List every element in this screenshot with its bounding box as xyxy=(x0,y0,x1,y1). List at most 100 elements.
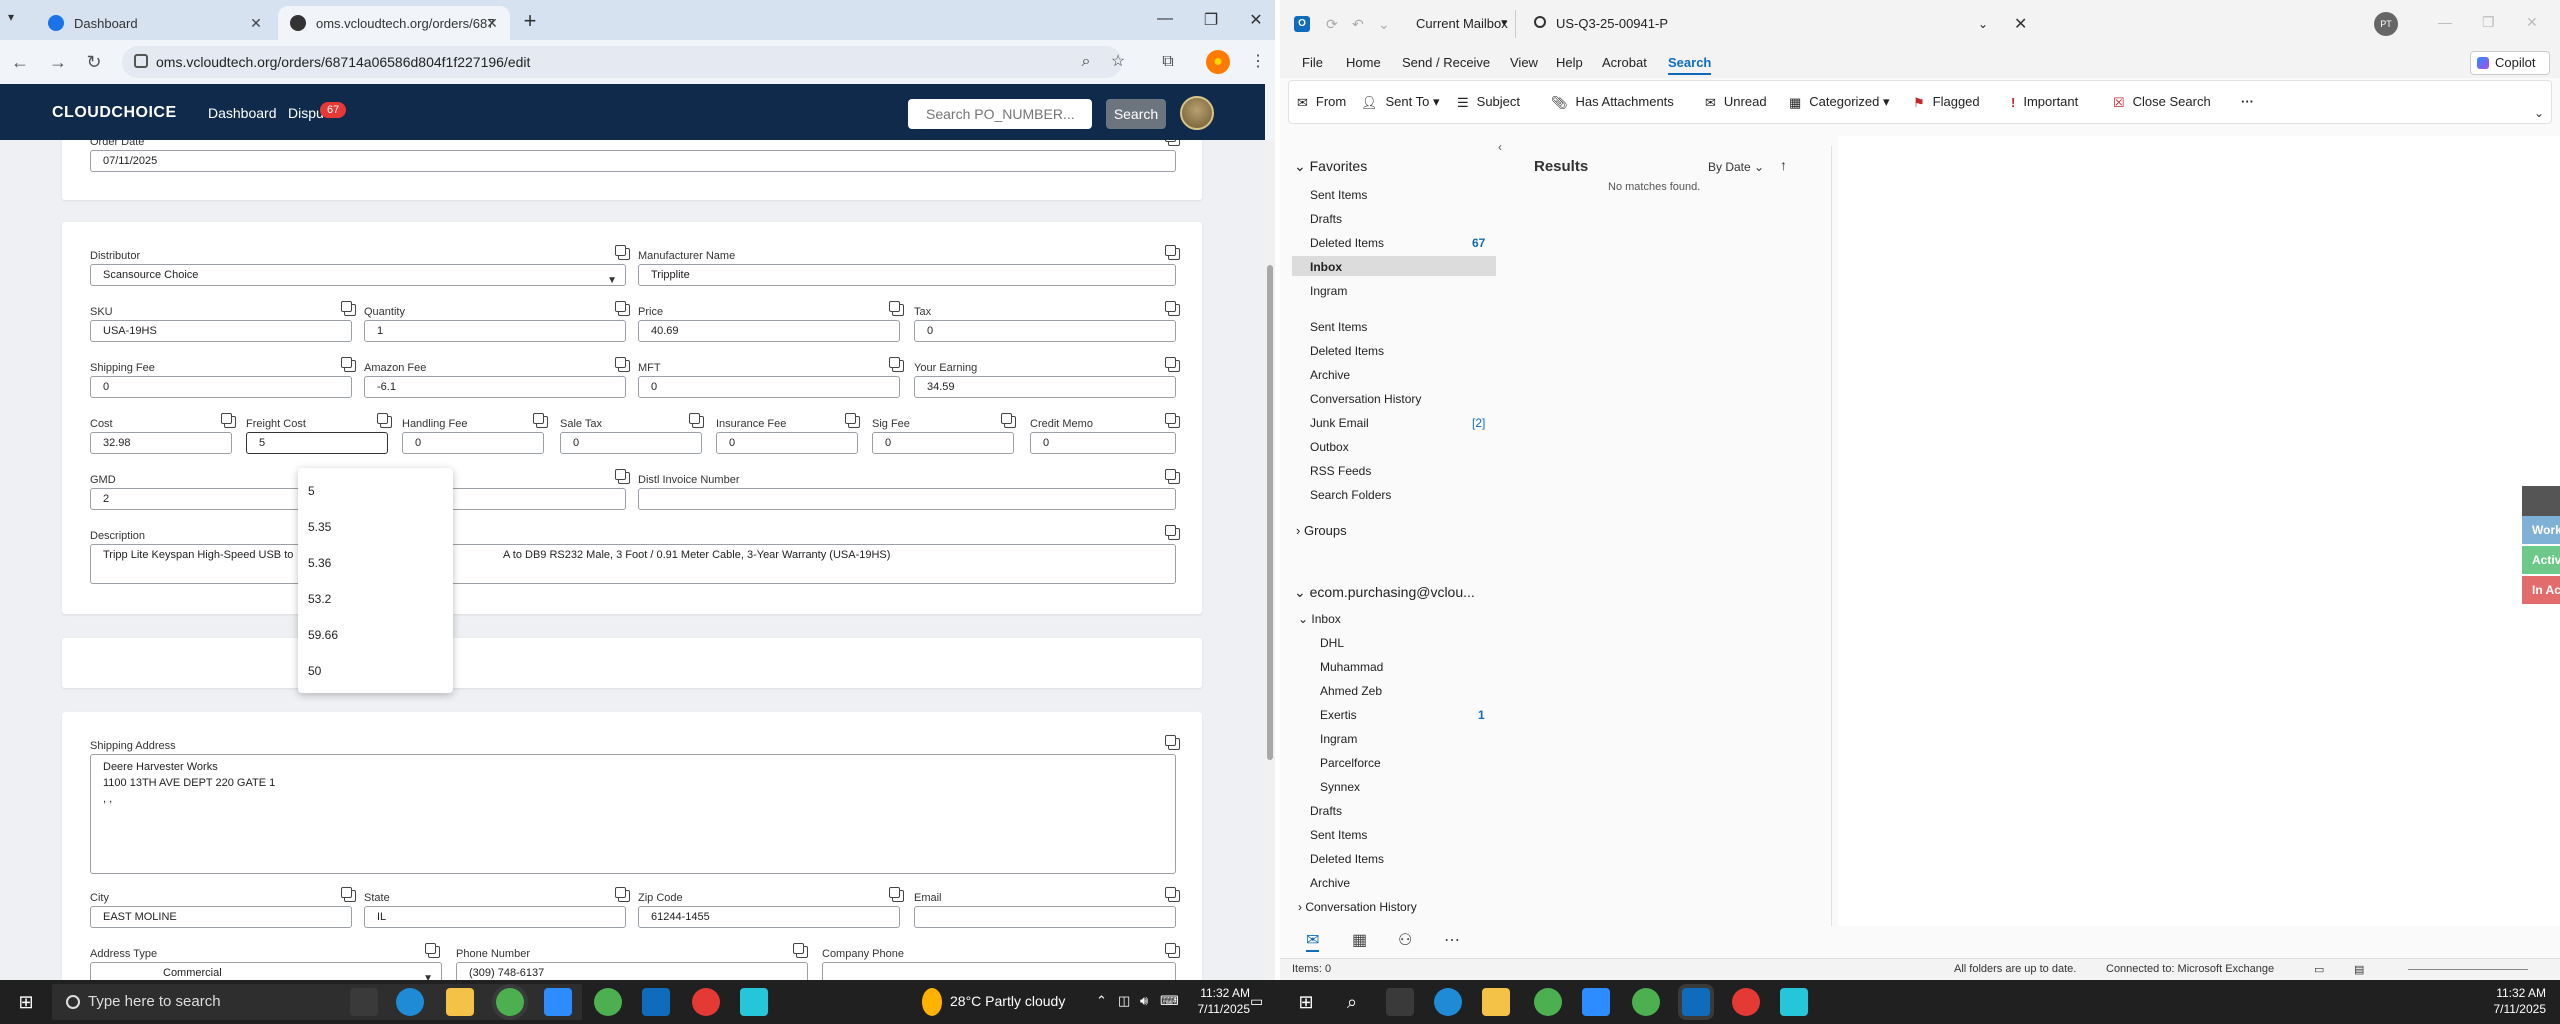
copy-icon[interactable] xyxy=(425,943,440,958)
copy-icon[interactable] xyxy=(615,245,630,260)
menu-view[interactable]: View xyxy=(1510,55,1538,70)
subfolder-muhammad[interactable]: Muhammad xyxy=(1320,660,1383,674)
sku-field[interactable]: USA-19HS xyxy=(90,320,352,342)
start-windows-icon[interactable]: ⊞ xyxy=(12,988,40,1016)
state-field[interactable]: IL xyxy=(364,906,626,928)
zoom-slider[interactable] xyxy=(2408,969,2528,970)
clock-time[interactable]: 11:32 AM xyxy=(2460,986,2546,1000)
copy-icon[interactable] xyxy=(889,887,904,902)
folder-drafts[interactable]: Drafts xyxy=(1310,212,1342,226)
amazon-fee-field[interactable]: -6.1 xyxy=(364,376,626,398)
account-header[interactable]: ⌄ ecom.purchasing@vclou... xyxy=(1294,584,1475,601)
categorized-button[interactable]: ▦ Categorized ▾ xyxy=(1789,94,1890,111)
folder-rss-feeds[interactable]: RSS Feeds xyxy=(1310,464,1371,478)
user-avatar[interactable] xyxy=(1180,96,1214,130)
close-window-icon[interactable]: ✕ xyxy=(2526,14,2538,31)
suggestion-item[interactable]: 53.2 xyxy=(308,592,331,606)
shipping-fee-field[interactable]: 0 xyxy=(90,376,352,398)
copy-icon[interactable] xyxy=(845,413,860,428)
sales-tax-field[interactable]: 0 xyxy=(560,432,702,454)
subject-button[interactable]: ☰ Subject xyxy=(1457,94,1520,111)
sort-direction-arrow-icon[interactable]: ↑ xyxy=(1780,157,1787,173)
sig-fee-field[interactable]: 0 xyxy=(872,432,1014,454)
tab-dashboard[interactable]: Dashboard ✕ xyxy=(36,6,274,40)
distributor-select[interactable]: Scansource Choice ▼ xyxy=(90,264,626,286)
tab-search-chevron-icon[interactable]: ▾ xyxy=(8,10,14,24)
address-bar[interactable]: oms.vcloudtech.org/orders/68714a06586d80… xyxy=(122,46,1122,78)
clock-date[interactable]: 7/11/2025 xyxy=(2460,1002,2547,1016)
menu-kebab-icon[interactable]: ⋮ xyxy=(1246,50,1270,74)
edge-icon[interactable] xyxy=(396,988,424,1016)
weather-text[interactable]: 28°C Partly cloudy xyxy=(950,993,1065,1009)
suggestion-item[interactable]: 59.66 xyxy=(308,628,338,642)
new-tab-plus-icon[interactable]: + xyxy=(518,8,542,34)
suggestion-item[interactable]: 50 xyxy=(308,664,321,678)
po-search-button[interactable]: Search xyxy=(1106,99,1166,129)
copy-icon[interactable] xyxy=(1165,469,1180,484)
has-attachments-button[interactable]: 📎︎ Has Attachments xyxy=(1551,94,1674,111)
copy-icon[interactable] xyxy=(1165,301,1180,316)
volume-icon[interactable]: 🔊︎ xyxy=(1140,993,1148,1009)
copy-icon[interactable] xyxy=(1165,413,1180,428)
search-scope-dropdown[interactable]: Current Mailbox ▼ xyxy=(1406,10,1516,38)
mail-icon[interactable]: ✉ xyxy=(1306,930,1320,952)
start-windows-icon[interactable]: ⊞ xyxy=(1292,988,1320,1016)
bookmark-star-icon[interactable]: ☆ xyxy=(1106,50,1130,74)
copy-icon[interactable] xyxy=(793,943,808,958)
favorites-header[interactable]: ⌄ Favorites xyxy=(1294,158,1367,175)
sort-by-dropdown[interactable]: By Date ⌄ xyxy=(1708,160,1764,174)
copy-icon[interactable] xyxy=(1165,245,1180,260)
outlook-icon[interactable] xyxy=(642,988,670,1016)
site-info-icon[interactable] xyxy=(134,54,148,68)
chrome-icon[interactable] xyxy=(1732,988,1760,1016)
chrome-icon[interactable] xyxy=(692,988,720,1016)
phone-field[interactable]: (309) 748-6137 xyxy=(456,962,808,980)
nav-disputes-link[interactable]: Dispu xyxy=(288,105,324,121)
zoom-icon[interactable]: ⌕ xyxy=(1074,50,1098,74)
copy-icon[interactable] xyxy=(341,887,356,902)
folder-sent-items[interactable]: Sent Items xyxy=(1310,320,1367,334)
copy-icon[interactable] xyxy=(615,469,630,484)
calendar-icon[interactable]: ▦ xyxy=(1352,930,1367,950)
from-button[interactable]: ✉ From xyxy=(1297,94,1346,111)
folder-pane-collapse-icon[interactable]: ‹ xyxy=(1498,140,1502,154)
mft-field[interactable]: 0 xyxy=(638,376,900,398)
freight-cost-field[interactable]: 5 xyxy=(246,432,388,454)
sent-to-button[interactable]: 👤︎ Sent To ▾ xyxy=(1361,94,1440,111)
app-icon[interactable] xyxy=(740,988,768,1016)
account-avatar[interactable]: PT xyxy=(2374,12,2398,36)
copy-icon[interactable] xyxy=(1165,525,1180,540)
folder-search-folders[interactable]: Search Folders xyxy=(1310,488,1391,502)
tab-close-icon[interactable]: ✕ xyxy=(248,15,264,32)
credit-memo-field[interactable]: 0 xyxy=(1030,432,1176,454)
price-field[interactable]: 40.69 xyxy=(638,320,900,342)
folder-archive[interactable]: Archive xyxy=(1310,368,1350,382)
more-options-button[interactable]: ··· xyxy=(2241,94,2254,109)
copy-icon[interactable] xyxy=(1165,887,1180,902)
subfolder-exertis[interactable]: Exertis xyxy=(1320,708,1357,722)
refresh-icon[interactable]: ⟳ xyxy=(1326,16,1338,33)
copy-icon[interactable] xyxy=(615,357,630,372)
task-view-icon[interactable] xyxy=(350,988,378,1016)
copilot-button[interactable]: Copilot xyxy=(2470,51,2550,75)
zip-field[interactable]: 61244-1455 xyxy=(638,906,900,928)
copy-icon[interactable] xyxy=(1001,413,1016,428)
subfolder-ingram[interactable]: Ingram xyxy=(1320,732,1357,746)
network-icon[interactable]: ◫ xyxy=(1118,993,1130,1009)
folder-inbox[interactable]: Inbox xyxy=(1310,260,1342,274)
copy-icon[interactable] xyxy=(1165,735,1180,750)
back-arrow-icon[interactable]: ← xyxy=(8,50,32,74)
active-badge[interactable]: Active: 06 xyxy=(2522,546,2560,574)
handling-fee-field[interactable]: 0 xyxy=(402,432,544,454)
zoom-app-icon[interactable] xyxy=(544,988,572,1016)
quick-access-dropdown-icon[interactable]: ⌄ xyxy=(1378,16,1390,33)
company-phone-field[interactable] xyxy=(822,962,1176,980)
copy-icon[interactable] xyxy=(533,413,548,428)
app-logo[interactable]: CLOUDCHOICE xyxy=(52,104,177,122)
search-icon[interactable]: ⌕ xyxy=(1338,988,1366,1016)
copy-icon[interactable] xyxy=(689,413,704,428)
scrollbar-thumb[interactable] xyxy=(1267,265,1273,760)
tab-order-edit[interactable]: oms.vcloudtech.org/orders/687 ✕ xyxy=(278,6,510,40)
chrome-icon[interactable] xyxy=(594,988,622,1016)
maximize-icon[interactable]: ❐ xyxy=(1200,10,1222,30)
